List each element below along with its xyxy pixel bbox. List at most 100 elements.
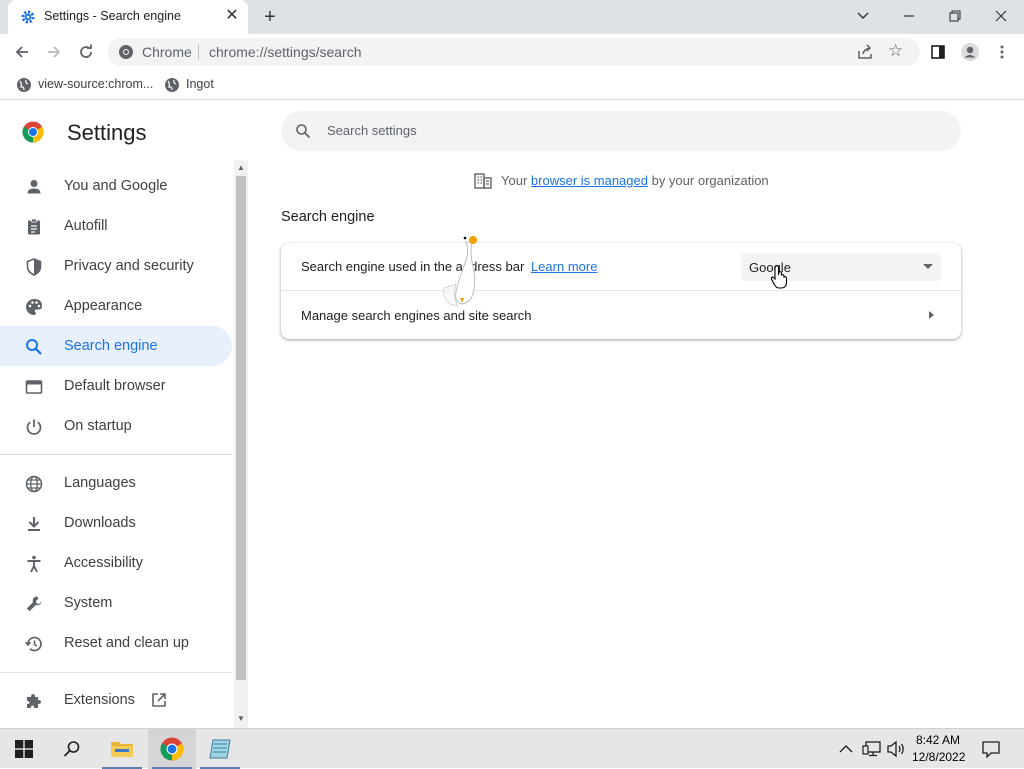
- search-icon: [63, 741, 80, 757]
- taskbar-clock-time[interactable]: 8:42 AM: [916, 733, 960, 747]
- palette-icon: [26, 299, 42, 315]
- omnibox-separator: [198, 44, 199, 60]
- sidebar-item-autofill[interactable]: Autofill: [0, 206, 232, 246]
- sidebar-item-system[interactable]: System: [0, 583, 232, 623]
- dropdown-arrow-icon: [923, 264, 933, 269]
- settings-header: Settings Search settings: [0, 101, 1024, 159]
- tab-title: Settings - Search engine: [44, 9, 181, 23]
- forward-button[interactable]: [42, 40, 66, 64]
- back-button[interactable]: [10, 40, 34, 64]
- restore-button[interactable]: [943, 4, 967, 28]
- page-title: Settings: [67, 120, 147, 145]
- settings-sidebar: You and Google Autofill Privacy and secu…: [0, 160, 250, 728]
- close-window-button[interactable]: [989, 4, 1013, 28]
- manage-search-engines-label: Manage search engines and site search: [301, 308, 532, 323]
- browser-window-icon: [25, 380, 43, 394]
- folder-icon: [111, 742, 133, 757]
- open-in-new-icon: [152, 693, 166, 707]
- managed-suffix: by your organization: [651, 173, 769, 188]
- puzzle-icon: [27, 694, 41, 708]
- search-placeholder: Search settings: [327, 123, 417, 138]
- scroll-down-arrow[interactable]: ▼: [236, 714, 246, 724]
- notepad-icon: [209, 739, 231, 759]
- shield-icon: [26, 258, 42, 276]
- accessibility-icon: [27, 555, 41, 573]
- search-engine-row-label: Search engine used in the address bar: [301, 259, 525, 274]
- sidebar-item-search-engine[interactable]: Search engine: [0, 326, 232, 366]
- managed-prefix: Your: [501, 173, 528, 188]
- start-button[interactable]: [0, 729, 48, 769]
- learn-more-link[interactable]: Learn more: [531, 259, 597, 274]
- sidebar-item-on-startup[interactable]: On startup: [0, 406, 232, 446]
- bookmarks-bar: view-source:chrom... Ingot: [0, 70, 1024, 100]
- manage-search-engines-row[interactable]: Manage search engines and site search: [281, 291, 961, 339]
- sidebar-item-you-and-google[interactable]: You and Google: [0, 166, 232, 206]
- sidebar-item-languages[interactable]: Languages: [0, 463, 232, 503]
- person-icon: [27, 180, 41, 194]
- bookmark-star-icon[interactable]: ☆: [888, 41, 903, 61]
- sidebar-item-appearance[interactable]: Appearance: [0, 286, 232, 326]
- sidebar-item-reset[interactable]: Reset and clean up: [0, 623, 232, 663]
- taskbar-clock-date[interactable]: 12/8/2022: [912, 750, 965, 764]
- search-icon: [26, 339, 42, 355]
- search-engine-card: Search engine used in the address bar Le…: [281, 243, 961, 339]
- tab-strip: Settings - Search engine ✕ +: [0, 0, 1024, 34]
- globe-icon: [17, 78, 31, 92]
- profile-avatar[interactable]: [958, 40, 982, 64]
- windows-logo-icon: [15, 740, 33, 758]
- search-engine-row: Search engine used in the address bar Le…: [281, 243, 961, 291]
- tab-search-chevron-icon[interactable]: [851, 4, 875, 28]
- network-icon[interactable]: [862, 740, 882, 758]
- notifications-icon[interactable]: [981, 740, 1001, 759]
- menu-kebab-icon[interactable]: [990, 40, 1014, 64]
- browser-managed-link[interactable]: browser is managed: [531, 173, 648, 188]
- show-hidden-icons-chevron-icon[interactable]: [838, 741, 854, 757]
- address-bar[interactable]: Chrome chrome://settings/search ☆: [108, 38, 920, 66]
- globe-icon: [165, 78, 179, 92]
- bookmark-view-source[interactable]: view-source:chrom...: [16, 76, 156, 94]
- sidebar-item-privacy[interactable]: Privacy and security: [0, 246, 232, 286]
- scroll-up-arrow[interactable]: ▲: [236, 163, 246, 173]
- chevron-right-icon: [929, 311, 934, 319]
- tab-settings[interactable]: Settings - Search engine ✕: [8, 0, 248, 34]
- taskbar-file-explorer[interactable]: [98, 729, 146, 769]
- sidebar-item-default-browser[interactable]: Default browser: [0, 366, 232, 406]
- sidebar-item-accessibility[interactable]: Accessibility: [0, 543, 232, 583]
- clipboard-icon: [28, 218, 40, 235]
- power-icon: [26, 419, 42, 435]
- hand-cursor-icon: [770, 265, 788, 289]
- taskbar-notepad[interactable]: [196, 729, 244, 769]
- tab-close-icon[interactable]: ✕: [224, 8, 240, 24]
- url-text[interactable]: chrome://settings/search: [209, 44, 362, 60]
- globe-icon: [25, 475, 43, 493]
- search-icon: [296, 124, 311, 139]
- gear-icon: [21, 10, 35, 24]
- search-settings-input[interactable]: Search settings: [281, 111, 961, 151]
- sidebar-divider: [0, 454, 232, 455]
- new-tab-button[interactable]: +: [258, 6, 282, 28]
- minimize-button[interactable]: [897, 4, 921, 28]
- sidebar-scrollbar[interactable]: ▲ ▼: [234, 160, 248, 728]
- taskbar-search-button[interactable]: [48, 729, 96, 769]
- browser-toolbar: Chrome chrome://settings/search ☆: [0, 34, 1024, 70]
- taskbar-chrome[interactable]: [148, 729, 196, 769]
- goose-overlay-icon: [443, 236, 477, 307]
- restore-icon: [25, 636, 42, 652]
- wrench-icon: [26, 596, 42, 612]
- share-icon[interactable]: [856, 43, 874, 61]
- chrome-site-icon: [119, 45, 133, 59]
- building-icon: [474, 173, 492, 189]
- side-panel-icon[interactable]: [926, 40, 950, 64]
- bookmark-ingot[interactable]: Ingot: [164, 76, 224, 94]
- reload-button[interactable]: [74, 40, 98, 64]
- windows-taskbar: 8:42 AM 12/8/2022: [0, 728, 1024, 769]
- sidebar-divider: [0, 672, 232, 673]
- sidebar-item-downloads[interactable]: Downloads: [0, 503, 232, 543]
- scrollbar-thumb[interactable]: [236, 176, 246, 680]
- section-title: Search engine: [281, 209, 375, 225]
- download-icon: [28, 517, 40, 531]
- sidebar-item-extensions[interactable]: Extensions: [0, 680, 232, 720]
- chrome-logo-icon: [160, 737, 184, 761]
- volume-icon[interactable]: [886, 740, 906, 758]
- omnibox-chip: Chrome: [142, 44, 192, 60]
